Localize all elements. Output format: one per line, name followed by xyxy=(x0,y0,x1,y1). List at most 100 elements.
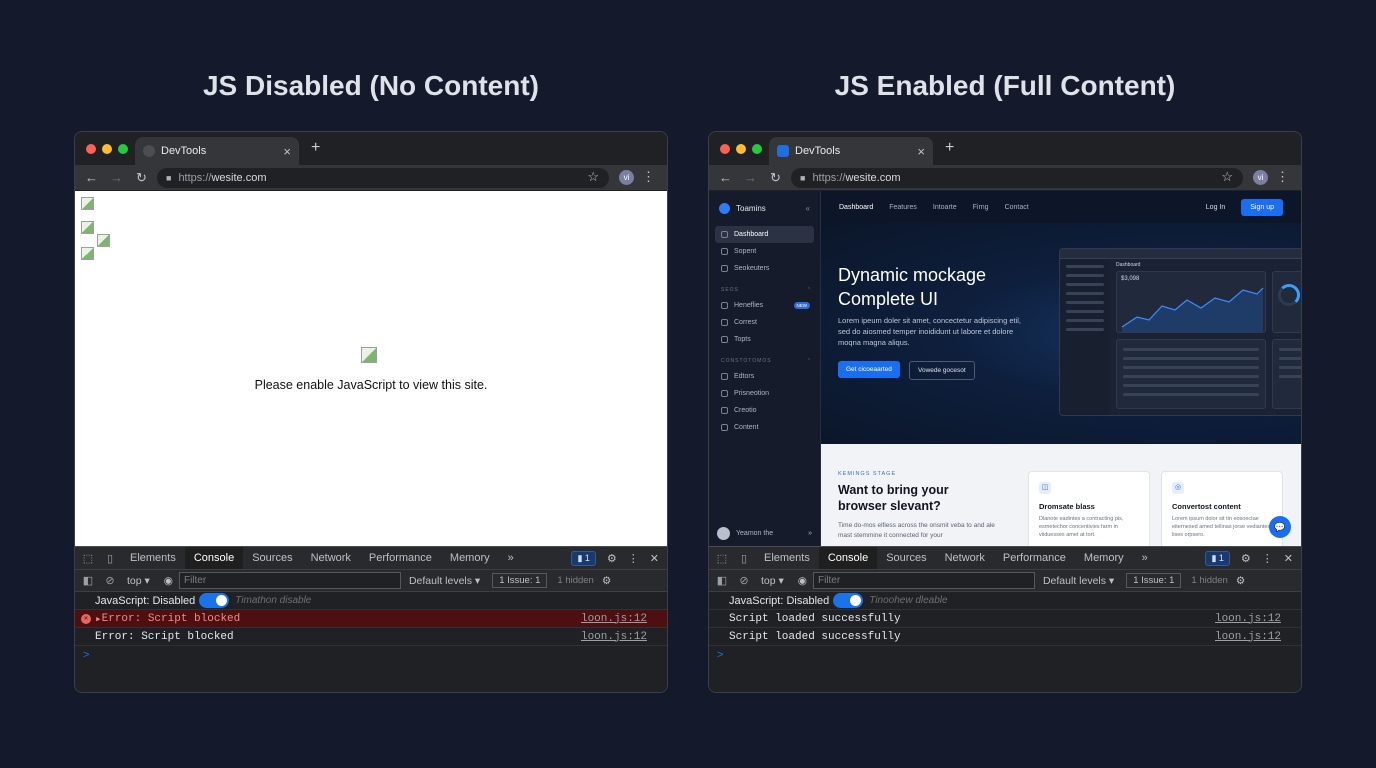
console-log-row[interactable]: Error: Script blocked loon.js:12 xyxy=(75,628,667,646)
device-toolbar-icon[interactable]: ▯ xyxy=(733,552,755,565)
bookmark-star-icon[interactable]: ☆ xyxy=(587,169,599,185)
tab-console[interactable]: Console xyxy=(818,547,878,569)
messages-badge[interactable]: ▮ 1 xyxy=(1205,550,1230,566)
expand-arrow-icon[interactable]: ▸ xyxy=(95,612,102,626)
console-prompt[interactable]: > xyxy=(75,649,667,661)
nav-link[interactable]: Intoarte xyxy=(933,204,957,211)
console-log-row[interactable]: Script loaded successfully loon.js:12 xyxy=(709,628,1301,646)
signup-button[interactable]: Sign up xyxy=(1241,198,1283,216)
minimize-window-button[interactable] xyxy=(736,144,746,154)
context-selector[interactable]: top ▾ xyxy=(127,575,150,587)
tab-performance[interactable]: Performance xyxy=(994,547,1075,569)
login-link[interactable]: Log In xyxy=(1206,204,1225,211)
more-tabs-icon[interactable]: » xyxy=(499,547,523,569)
console-settings-icon[interactable]: ⚙ xyxy=(602,575,611,587)
log-levels-dropdown[interactable]: Default levels ▾ xyxy=(409,575,480,587)
profile-avatar[interactable]: vi xyxy=(1253,170,1268,185)
browser-tab[interactable]: DevTools × xyxy=(135,137,299,165)
url-input[interactable]: ■ https://wesite.com xyxy=(791,168,1243,188)
javascript-toggle[interactable] xyxy=(833,593,864,608)
forward-icon[interactable]: → xyxy=(738,170,763,185)
minimize-window-button[interactable] xyxy=(102,144,112,154)
tab-performance[interactable]: Performance xyxy=(360,547,441,569)
collapse-sidebar-icon[interactable]: « xyxy=(806,204,810,213)
tab-console[interactable]: Console xyxy=(184,547,244,569)
nav-link[interactable]: Firng xyxy=(973,204,989,211)
issues-counter[interactable]: 1 Issue: 1 xyxy=(1126,573,1182,588)
sidebar-item[interactable]: Heneflies NEW xyxy=(715,297,814,314)
sidebar-item[interactable]: Edtors xyxy=(715,368,814,385)
clear-console-icon[interactable]: ⊘ xyxy=(733,574,755,587)
console-settings-icon[interactable]: ⚙ xyxy=(1236,575,1245,587)
tab-sources[interactable]: Sources xyxy=(243,547,301,569)
maximize-window-button[interactable] xyxy=(752,144,762,154)
close-icon[interactable]: × xyxy=(283,144,291,159)
live-expression-eye-icon[interactable]: ◉ xyxy=(164,575,173,587)
feature-card[interactable]: ◎ Convertost content Lorem ipsum dolor s… xyxy=(1161,471,1283,546)
sidebar-toggle-icon[interactable]: ◧ xyxy=(711,574,733,587)
sidebar-item[interactable]: Creotio xyxy=(715,402,814,419)
tab-memory[interactable]: Memory xyxy=(441,547,499,569)
nav-link[interactable]: Contact xyxy=(1005,204,1029,211)
console-log-row[interactable]: Script loaded successfully loon.js:12 xyxy=(709,610,1301,628)
site-brand[interactable]: Toamins « xyxy=(709,191,820,226)
browser-menu-icon[interactable]: ⋮ xyxy=(642,169,655,185)
back-icon[interactable]: ← xyxy=(713,170,738,185)
sidebar-toggle-icon[interactable]: ◧ xyxy=(77,574,99,587)
filter-input[interactable]: Filter xyxy=(178,572,401,589)
hero-secondary-button[interactable]: Vowede gocesot xyxy=(909,361,975,380)
tab-elements[interactable]: Elements xyxy=(121,547,185,569)
reload-icon[interactable]: ↻ xyxy=(763,170,788,186)
new-tab-button[interactable]: + xyxy=(311,139,320,157)
browser-menu-icon[interactable]: ⋮ xyxy=(1276,169,1289,185)
more-tabs-icon[interactable]: » xyxy=(1133,547,1157,569)
console-error-row[interactable]: ✕ ▸ Error: Script blocked loon.js:12 xyxy=(75,610,667,628)
messages-badge[interactable]: ▮ 1 xyxy=(571,550,596,566)
profile-avatar[interactable]: vi xyxy=(619,170,634,185)
settings-gear-icon[interactable]: ⚙ xyxy=(607,552,617,565)
devtools-menu-icon[interactable]: ⋮ xyxy=(1262,552,1273,565)
nav-link-dashboard[interactable]: Dashboard xyxy=(839,204,873,211)
back-icon[interactable]: ← xyxy=(79,170,104,185)
tab-sources[interactable]: Sources xyxy=(877,547,935,569)
sidebar-item[interactable]: Topts xyxy=(715,331,814,348)
expand-icon[interactable]: » xyxy=(808,530,812,537)
hero-primary-button[interactable]: Get cicoeaarted xyxy=(838,361,900,378)
new-tab-button[interactable]: + xyxy=(945,139,954,157)
source-link[interactable]: loon.js:12 xyxy=(581,613,647,625)
close-window-button[interactable] xyxy=(86,144,96,154)
reload-icon[interactable]: ↻ xyxy=(129,170,154,186)
browser-tab[interactable]: DevTools × xyxy=(769,137,933,165)
tab-network[interactable]: Network xyxy=(936,547,994,569)
close-devtools-icon[interactable]: ✕ xyxy=(650,552,659,565)
forward-icon[interactable]: → xyxy=(104,170,129,185)
tab-elements[interactable]: Elements xyxy=(755,547,819,569)
console-prompt[interactable]: > xyxy=(709,649,1301,661)
context-selector[interactable]: top ▾ xyxy=(761,575,784,587)
sidebar-item-dashboard[interactable]: Dashboard xyxy=(715,226,814,243)
chat-bubble-icon[interactable]: 💬 xyxy=(1269,516,1291,538)
sidebar-item[interactable]: Prisneotion xyxy=(715,385,814,402)
settings-gear-icon[interactable]: ⚙ xyxy=(1241,552,1251,565)
url-input[interactable]: ■ https://wesite.com xyxy=(157,168,609,188)
maximize-window-button[interactable] xyxy=(118,144,128,154)
log-levels-dropdown[interactable]: Default levels ▾ xyxy=(1043,575,1114,587)
filter-input[interactable]: Filter xyxy=(812,572,1035,589)
device-toolbar-icon[interactable]: ▯ xyxy=(99,552,121,565)
sidebar-user[interactable]: Yeamon the » xyxy=(717,527,812,540)
inspect-element-icon[interactable]: ⬚ xyxy=(77,552,99,565)
tab-memory[interactable]: Memory xyxy=(1075,547,1133,569)
close-icon[interactable]: × xyxy=(917,144,925,159)
source-link[interactable]: loon.js:12 xyxy=(1215,613,1281,625)
inspect-element-icon[interactable]: ⬚ xyxy=(711,552,733,565)
sidebar-item[interactable]: Sopent xyxy=(715,243,814,260)
live-expression-eye-icon[interactable]: ◉ xyxy=(798,575,807,587)
sidebar-item[interactable]: Seokeuters xyxy=(715,260,814,277)
source-link[interactable]: loon.js:12 xyxy=(581,631,647,643)
source-link[interactable]: loon.js:12 xyxy=(1215,631,1281,643)
devtools-menu-icon[interactable]: ⋮ xyxy=(628,552,639,565)
sidebar-item[interactable]: Correst xyxy=(715,314,814,331)
close-devtools-icon[interactable]: ✕ xyxy=(1284,552,1293,565)
issues-counter[interactable]: 1 Issue: 1 xyxy=(492,573,548,588)
nav-link[interactable]: Features xyxy=(889,204,917,211)
